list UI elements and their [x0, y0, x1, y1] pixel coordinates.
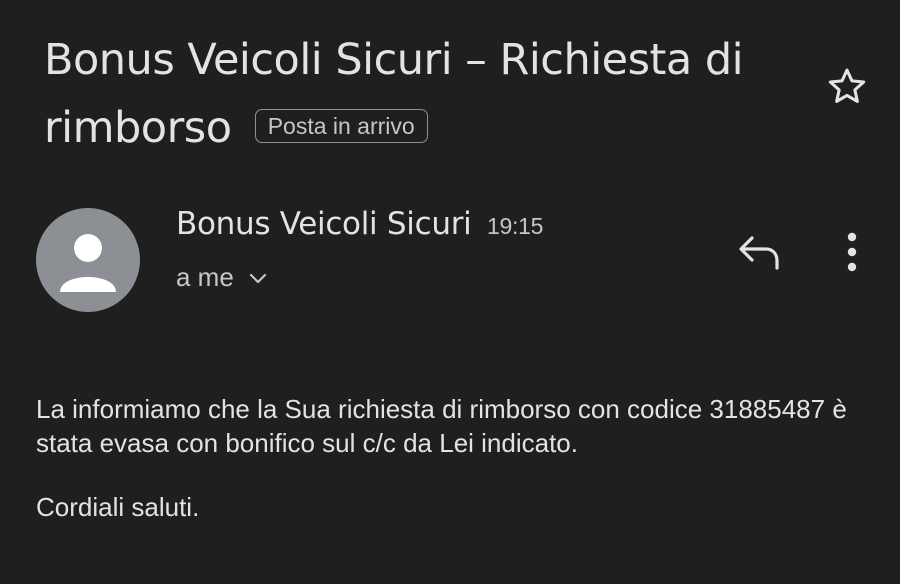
sender-name[interactable]: Bonus Veicoli Sicuri — [176, 206, 472, 242]
inbox-label-chip[interactable]: Posta in arrivo — [254, 109, 428, 143]
sender-line: Bonus Veicoli Sicuri 19:15 — [176, 206, 543, 242]
chevron-down-icon — [249, 273, 266, 283]
more-vert-icon[interactable] — [836, 230, 868, 274]
email-subject: Bonus Veicoli Sicuri – Richiesta di rimb… — [44, 26, 804, 162]
recipient-label: a me — [176, 262, 234, 292]
email-time: 19:15 — [487, 213, 544, 239]
body-signoff: Cordiali saluti. — [36, 492, 200, 522]
person-icon — [60, 234, 116, 292]
sender-avatar[interactable] — [36, 208, 140, 312]
recipient-toggle[interactable]: a me — [176, 262, 268, 293]
reply-icon[interactable] — [736, 232, 782, 272]
email-body: La informiamo che la Sua richiesta di ri… — [36, 392, 876, 554]
body-paragraph: La informiamo che la Sua richiesta di ri… — [36, 394, 847, 458]
star-icon[interactable] — [824, 64, 870, 110]
